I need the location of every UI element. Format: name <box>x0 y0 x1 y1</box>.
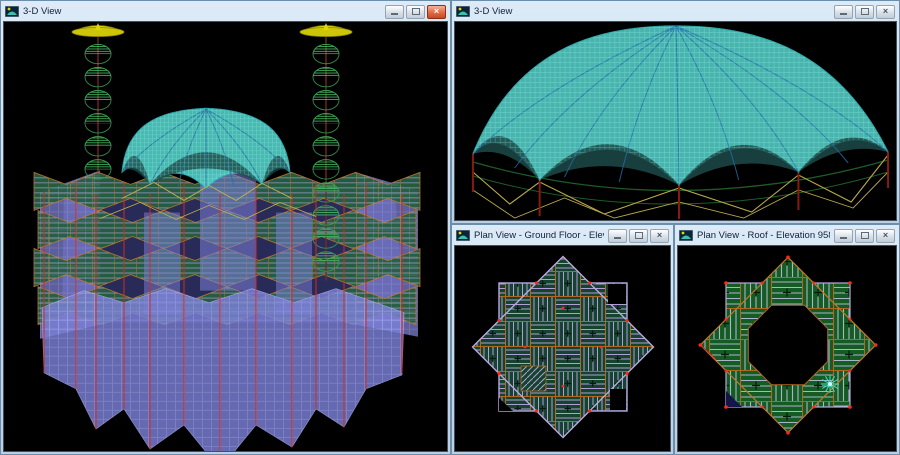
render-plan-ground <box>455 246 670 451</box>
dome-close-render <box>473 26 888 185</box>
restore-button[interactable] <box>629 229 648 243</box>
window-title: Plan View - Roof - Elevation 958.82 <box>697 230 830 241</box>
titlebar-dome-3d[interactable]: 3-D View × <box>454 3 897 21</box>
dome-render <box>122 108 290 188</box>
render-main-3d <box>4 22 447 451</box>
minimize-button[interactable] <box>834 229 853 243</box>
minaret-left <box>72 23 124 179</box>
close-button[interactable]: × <box>876 5 895 19</box>
minimize-button[interactable] <box>834 5 853 19</box>
minimize-button[interactable] <box>608 229 627 243</box>
view-thumbnail-icon <box>5 6 19 17</box>
restore-button[interactable] <box>855 229 874 243</box>
view-thumbnail-icon <box>456 6 470 17</box>
restore-button[interactable] <box>406 5 425 19</box>
window-title: 3-D View <box>23 6 381 17</box>
roof-plan <box>699 256 878 435</box>
minimize-button[interactable] <box>385 5 404 19</box>
window-plan-ground: Plan View - Ground Floor - Elevation 948… <box>451 224 674 455</box>
close-button[interactable]: × <box>427 5 446 19</box>
render-plan-roof <box>678 246 896 451</box>
view-thumbnail-icon <box>679 230 693 241</box>
window-title: 3-D View <box>474 6 830 17</box>
render-dome-3d <box>455 22 896 220</box>
window-3d-view-main: 3-D View × <box>0 0 451 455</box>
viewport-dome-3d[interactable] <box>454 21 897 221</box>
ground-floor-plan <box>473 257 654 438</box>
mdi-workspace: 3-D View × <box>0 0 900 455</box>
restore-button[interactable] <box>855 5 874 19</box>
roof-opening-octagon <box>748 305 827 384</box>
close-button[interactable]: × <box>650 229 669 243</box>
window-plan-roof: Plan View - Roof - Elevation 958.82 × <box>674 224 900 455</box>
window-title: Plan View - Ground Floor - Elevation 948… <box>474 230 604 241</box>
titlebar-plan-ground[interactable]: Plan View - Ground Floor - Elevation 948… <box>454 227 671 245</box>
viewport-plan-ground[interactable] <box>454 245 671 452</box>
window-3d-view-dome: 3-D View × <box>451 0 900 224</box>
titlebar-plan-roof[interactable]: Plan View - Roof - Elevation 958.82 × <box>677 227 897 245</box>
view-thumbnail-icon <box>456 230 470 241</box>
viewport-plan-roof[interactable] <box>677 245 897 452</box>
close-button[interactable]: × <box>876 229 895 243</box>
titlebar-main-3d[interactable]: 3-D View × <box>3 3 448 21</box>
viewport-main-3d[interactable] <box>3 21 448 452</box>
